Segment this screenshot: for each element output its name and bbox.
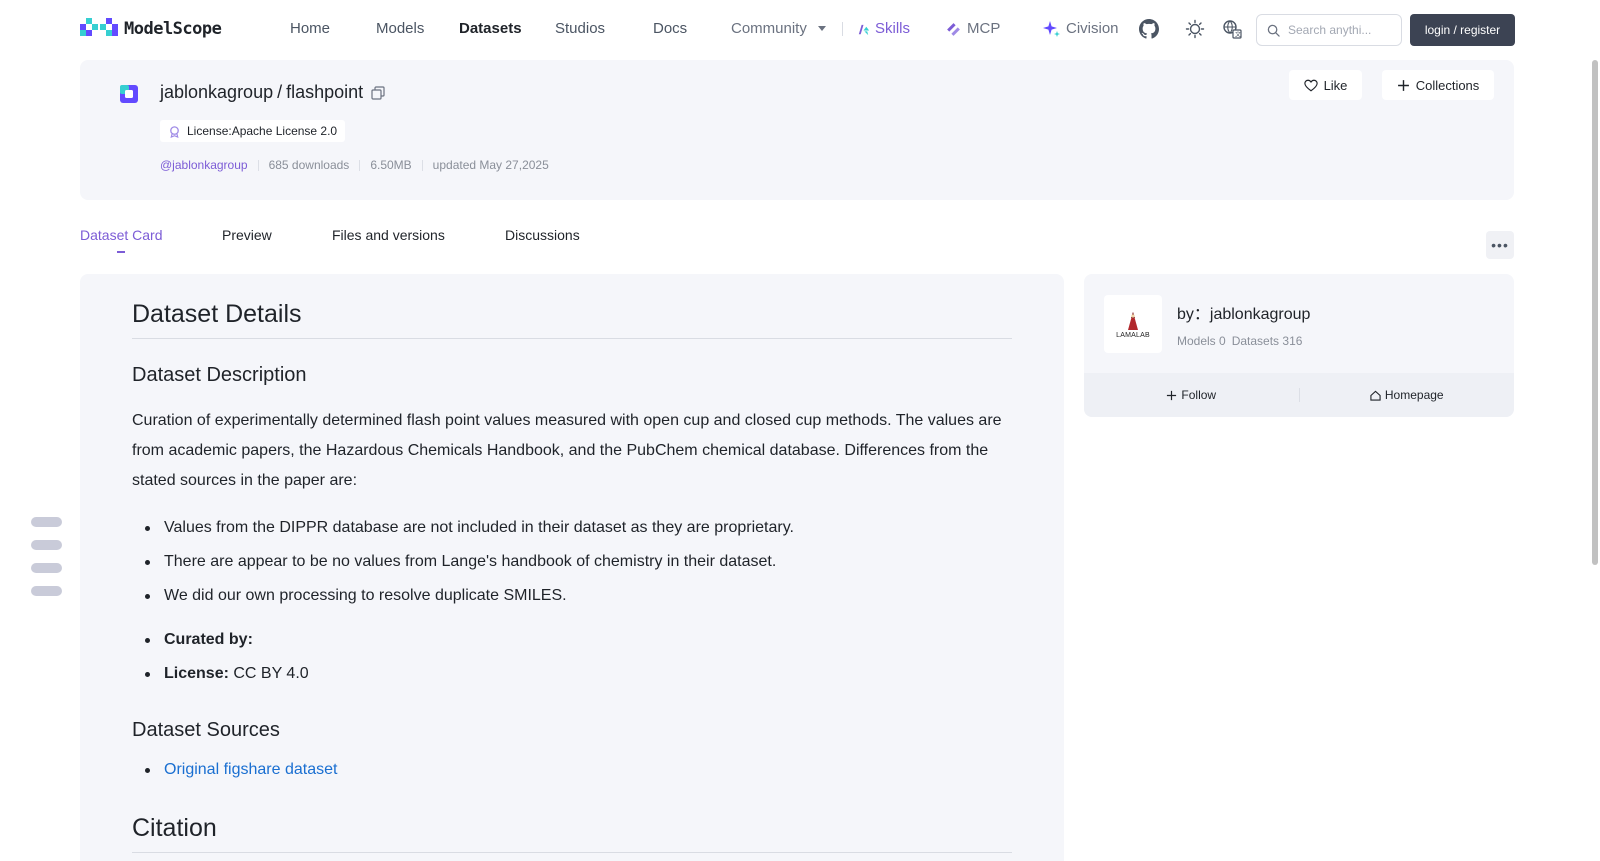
tab-dataset-card[interactable]: Dataset Card (80, 227, 162, 243)
description-paragraph: Curation of experimentally determined fl… (132, 412, 1002, 489)
heading-dataset-details: Dataset Details (132, 300, 1012, 339)
author-stats: Models 0 Datasets 316 (1177, 334, 1302, 348)
mcp-icon (947, 23, 960, 36)
owner-link[interactable]: @jablonkagroup (160, 158, 248, 172)
nav-home[interactable]: Home (290, 20, 330, 37)
license-award-icon (170, 125, 179, 138)
tab-files-and-versions[interactable]: Files and versions (332, 227, 445, 243)
github-icon[interactable] (1139, 19, 1159, 39)
author-actions: Follow Homepage (1084, 373, 1514, 417)
author-avatar[interactable]: LAMALAB (1104, 295, 1162, 353)
license-item: License: CC BY 4.0 (145, 663, 309, 697)
lamalab-logo-icon (1128, 311, 1138, 330)
copy-icon[interactable] (371, 85, 385, 100)
heart-icon (1303, 79, 1318, 91)
license-field-label: License: (164, 665, 229, 682)
list-item: Original figshare dataset (144, 759, 337, 793)
top-navbar: ModelScope Home Models Datasets Studios … (0, 0, 1584, 58)
nav-datasets[interactable]: Datasets (459, 20, 522, 37)
dataset-name: flashpoint (286, 82, 364, 102)
nav-civision[interactable]: Civision (1066, 20, 1119, 37)
toc-line (31, 517, 62, 527)
sparkle-icon (1043, 21, 1060, 37)
dataset-title: jablonkagroup / flashpoint (160, 82, 385, 103)
license-value: CC BY 4.0 (233, 665, 309, 682)
caret-down-icon (818, 26, 827, 32)
tab-discussions[interactable]: Discussions (505, 227, 580, 243)
meta-divider (359, 159, 361, 171)
list-item: Values from the DIPPR database are not i… (145, 517, 794, 551)
follow-button[interactable]: Follow (1084, 388, 1299, 402)
models-count: Models 0 (1177, 334, 1226, 348)
downloads-count: 685 downloads (268, 158, 350, 172)
nav-mcp[interactable]: MCP (967, 20, 1000, 37)
like-button[interactable]: Like (1289, 70, 1362, 100)
homepage-button[interactable]: Homepage (1300, 388, 1515, 402)
follow-label: Follow (1181, 388, 1217, 402)
homepage-label: Homepage (1384, 388, 1444, 402)
search-input[interactable] (1288, 23, 1394, 37)
differences-list: Values from the DIPPR database are not i… (145, 517, 794, 619)
curated-by-item: Curated by: (145, 629, 309, 663)
sources-list: Original figshare dataset (144, 759, 337, 793)
meta-divider (421, 159, 423, 171)
toc-line (31, 540, 62, 550)
toc-line (31, 586, 62, 596)
nav-community[interactable]: Community (731, 20, 827, 37)
author-name[interactable]: by：jablonkagroup (1177, 300, 1310, 324)
search-box[interactable] (1256, 14, 1402, 46)
skills-icon (858, 24, 870, 36)
avatar-caption: LAMALAB (1116, 331, 1150, 339)
nav-docs[interactable]: Docs (653, 20, 687, 37)
language-icon[interactable]: 文 (1222, 19, 1242, 39)
table-of-contents-toggle[interactable] (31, 517, 63, 609)
svg-text:文: 文 (1235, 31, 1241, 39)
modelscope-logo-icon (80, 18, 118, 36)
dataset-size: 6.50MB (370, 158, 412, 172)
active-tab-indicator (117, 251, 125, 253)
figshare-link[interactable]: Original figshare dataset (164, 761, 337, 778)
toc-line (31, 563, 62, 573)
list-item: There are appear to be no values from La… (145, 551, 794, 585)
dataset-logo-icon (120, 85, 138, 103)
dataset-card-content: Dataset Details Dataset Description Cura… (80, 274, 1064, 861)
nav-community-label: Community (731, 20, 807, 37)
collections-button[interactable]: Collections (1382, 70, 1494, 100)
plus-icon (1167, 390, 1177, 400)
title-separator: / (277, 82, 283, 102)
like-label: Like (1323, 77, 1348, 93)
plus-icon (1397, 79, 1409, 91)
datasets-count: Datasets 316 (1231, 334, 1303, 348)
theme-sun-icon[interactable] (1185, 19, 1205, 39)
license-label: License:Apache License 2.0 (187, 124, 338, 138)
nav-models[interactable]: Models (376, 20, 424, 37)
search-icon (1267, 24, 1280, 37)
dataset-owner[interactable]: jablonkagroup (160, 82, 273, 103)
license-badge[interactable]: License:Apache License 2.0 (160, 120, 346, 142)
list-item: We did our own processing to resolve dup… (145, 585, 794, 619)
nav-skills[interactable]: Skills (875, 20, 910, 37)
dataset-header: jablonkagroup / flashpoint License:Apach… (80, 60, 1514, 200)
nav-divider (842, 22, 843, 36)
heading-citation: Citation (132, 814, 1012, 853)
login-register-button[interactable]: login / register (1410, 14, 1515, 46)
meta-divider (257, 159, 259, 171)
home-icon (1370, 390, 1381, 401)
curated-by-label: Curated by: (164, 631, 253, 648)
logo-wordmark: ModelScope (124, 19, 222, 39)
tab-preview[interactable]: Preview (222, 227, 272, 243)
author-card: LAMALAB by：jablonkagroup Models 0 Datase… (1084, 274, 1514, 417)
page-scrollbar-thumb[interactable] (1592, 60, 1598, 565)
dataset-meta: @jablonkagroup 685 downloads 6.50MB upda… (160, 158, 549, 172)
heading-dataset-sources: Dataset Sources (132, 719, 280, 741)
nav-studios[interactable]: Studios (555, 20, 605, 37)
curation-list: Curated by: License: CC BY 4.0 (145, 629, 309, 697)
collections-label: Collections (1415, 77, 1480, 93)
more-options-button[interactable]: ••• (1486, 231, 1514, 259)
heading-dataset-description: Dataset Description (132, 364, 307, 386)
updated-date: updated May 27,2025 (432, 158, 549, 172)
ellipsis-icon: ••• (1491, 237, 1509, 253)
modelscope-logo[interactable]: ModelScope (80, 18, 222, 40)
